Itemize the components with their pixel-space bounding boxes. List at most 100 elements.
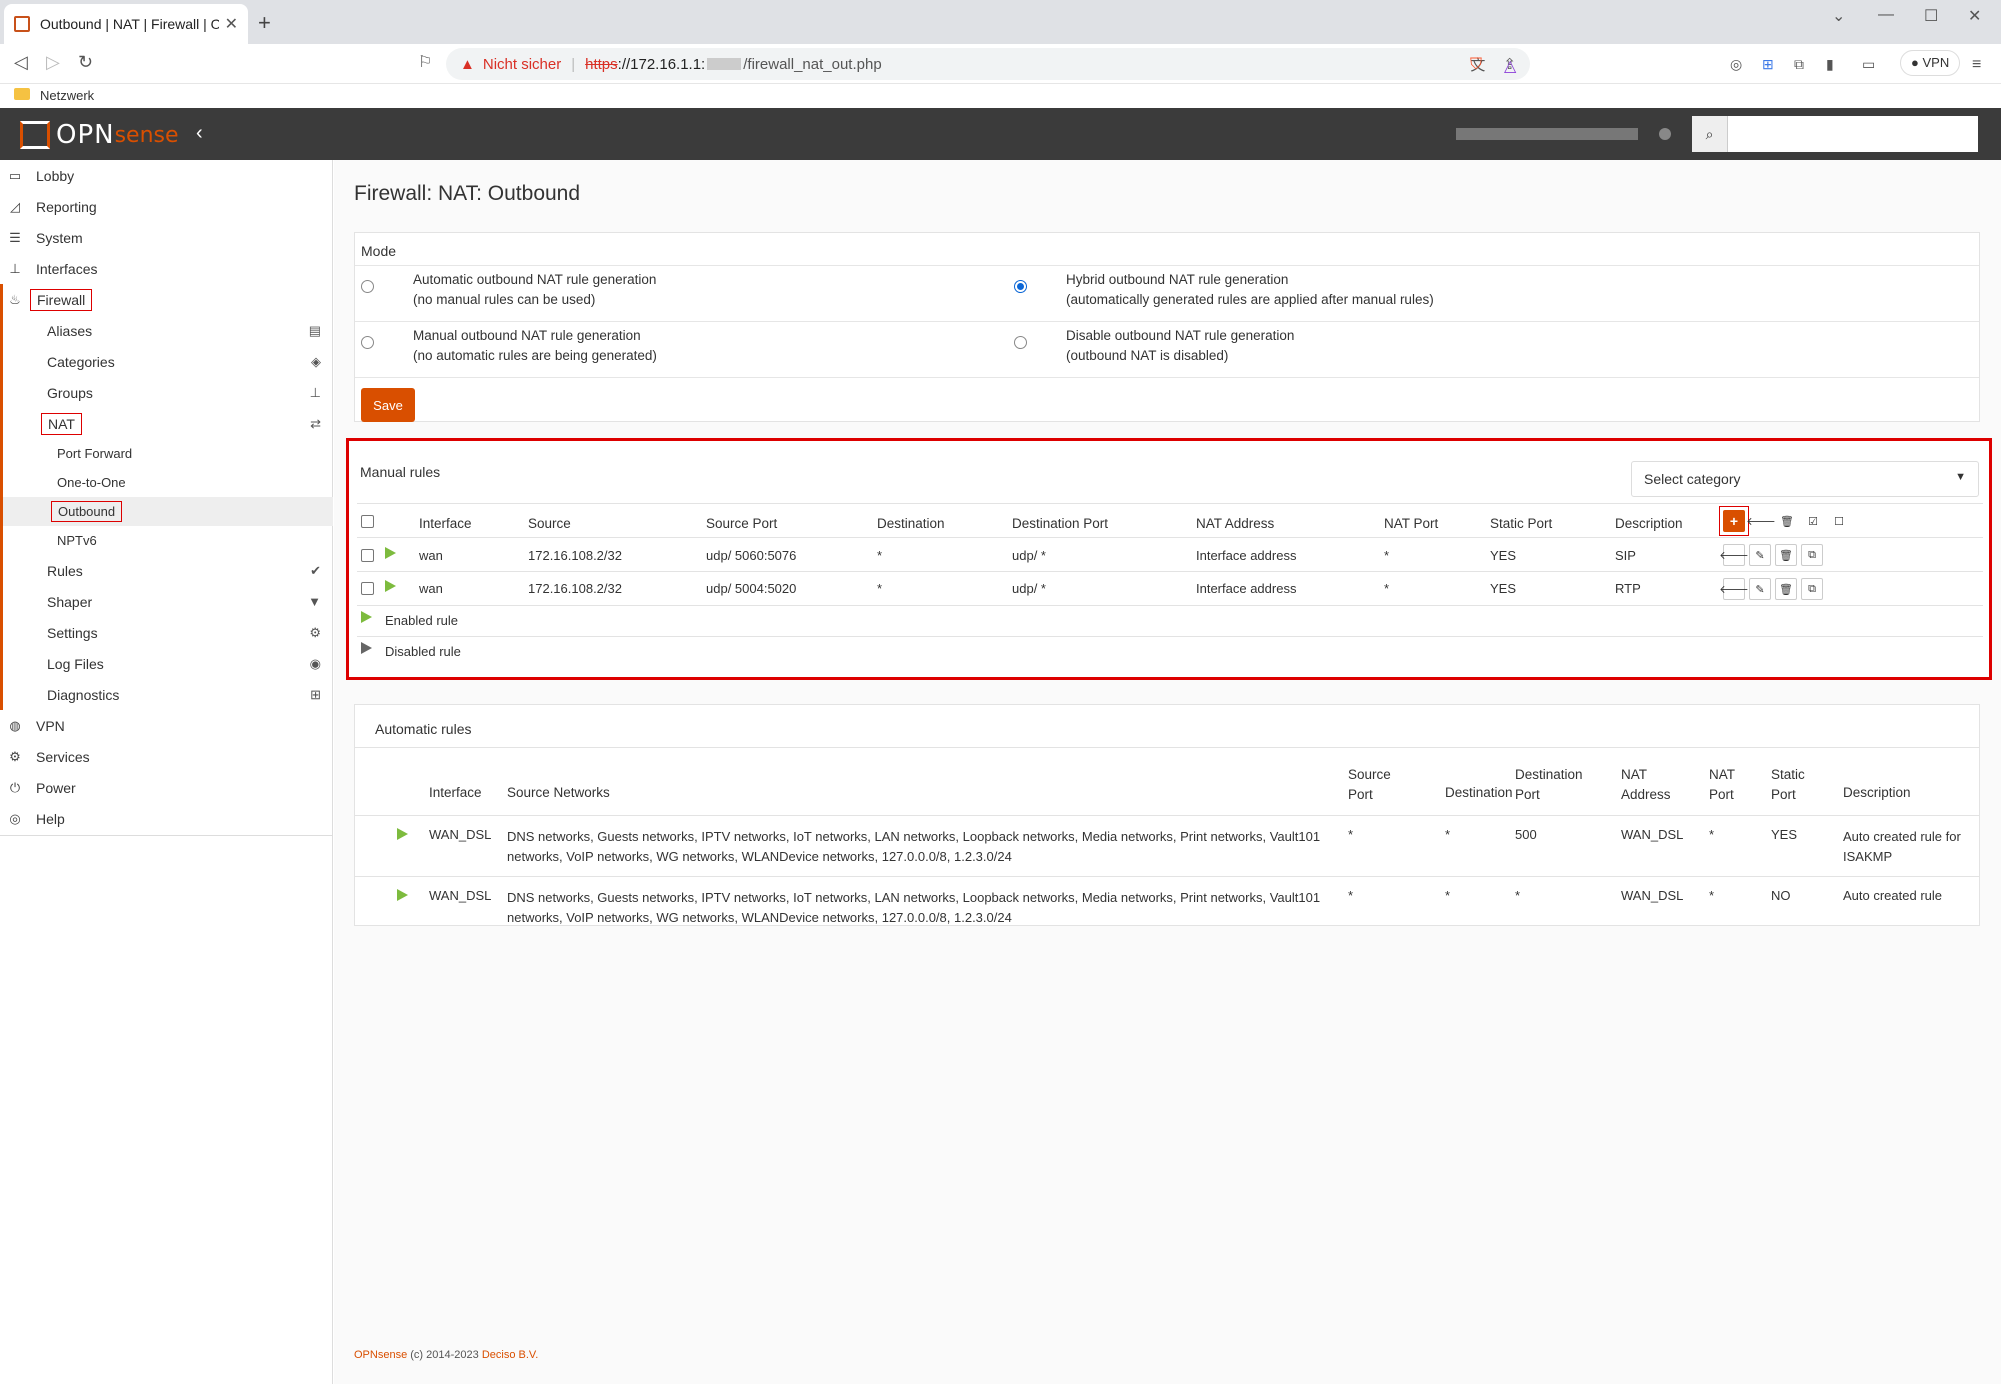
tab-title: Outbound | NAT | Firewall | OPNsense <box>40 16 219 32</box>
sidebar-item-categories[interactable]: Categories ◈ <box>0 346 333 377</box>
search-input[interactable] <box>1728 116 1978 152</box>
new-tab-button[interactable]: + <box>258 10 271 36</box>
clone-rule-icon[interactable]: ⧉ <box>1801 544 1823 566</box>
search-icon[interactable]: ⌕ <box>1692 116 1728 152</box>
sidebar-icon[interactable]: ▮ <box>1826 56 1834 73</box>
move-selected-icon[interactable]: 🡐 <box>1746 510 1776 532</box>
select-all-checkbox[interactable] <box>361 515 374 528</box>
sidebar-item-aliases[interactable]: Aliases ▤ <box>0 315 333 346</box>
browser-tab[interactable]: Outbound | NAT | Firewall | OPNsense ✕ <box>4 4 248 44</box>
logo-opn: OPN <box>56 120 115 150</box>
cell-description: Auto created rule for ISAKMP <box>1843 829 1961 864</box>
logo-sense: sense <box>114 122 179 148</box>
row-checkbox[interactable] <box>361 582 374 595</box>
sidebar-item-groups[interactable]: Groups ⊥ <box>0 377 333 408</box>
wallet-icon[interactable]: ▭ <box>1862 56 1875 73</box>
bookmark-icon[interactable]: ⚐ <box>418 52 432 72</box>
sidebar-item-reporting[interactable]: ◿ Reporting <box>0 191 333 222</box>
divider <box>355 815 1979 816</box>
menu-icon[interactable]: ≡ <box>1972 56 1981 74</box>
forward-icon[interactable]: ▷ <box>46 52 60 73</box>
enabled-rule-icon[interactable] <box>385 580 396 592</box>
sidebar-item-interfaces[interactable]: ⊥ Interfaces <box>0 253 333 284</box>
reload-icon[interactable]: ↻ <box>78 52 93 73</box>
cell-static-port: YES <box>1771 827 1798 842</box>
sidebar-item-label: Outbound <box>51 501 123 522</box>
translate-extension-icon[interactable]: ⊞ <box>1762 56 1774 73</box>
sidebar-item-services[interactable]: ⚙ Services <box>0 741 333 772</box>
edit-rule-icon[interactable]: ✎ <box>1749 544 1771 566</box>
plug-icon: ⏻ <box>9 779 21 795</box>
minimize-icon[interactable]: — <box>1878 6 1894 24</box>
cell-interface: WAN_DSL <box>429 888 492 903</box>
brave-shield-icon[interactable]: ⛉ <box>1470 56 1482 74</box>
close-tab-icon[interactable]: ✕ <box>225 14 238 34</box>
sidebar-item-vpn[interactable]: ◍ VPN <box>0 710 333 741</box>
tab-search-icon[interactable]: ⌄ <box>1832 6 1845 26</box>
cell-static-port: YES <box>1490 548 1517 563</box>
enable-selected-icon[interactable]: ☑ <box>1802 510 1824 532</box>
extensions-puzzle-icon[interactable]: ⧉ <box>1794 56 1804 73</box>
sidebar-item-power[interactable]: ⏻ Power <box>0 772 333 803</box>
delete-selected-icon[interactable]: 🗑 <box>1776 510 1798 532</box>
back-icon[interactable]: ◁ <box>14 52 28 73</box>
mode-automatic-radio[interactable] <box>361 280 374 293</box>
delete-rule-icon[interactable]: 🗑 <box>1775 544 1797 566</box>
sidebar-item-firewall[interactable]: ♨ Firewall <box>0 284 333 315</box>
sidebar-item-label: Lobby <box>36 167 75 184</box>
collapse-sidebar-icon[interactable]: ‹ <box>196 122 203 145</box>
clone-rule-icon[interactable]: ⧉ <box>1801 578 1823 600</box>
vpn-button[interactable]: ● VPN <box>1900 50 1961 76</box>
sidebar-item-label: System <box>36 229 83 246</box>
sidebar-item-label: VPN <box>36 717 65 734</box>
legend-enabled-label: Enabled rule <box>385 613 458 628</box>
cell-source-networks: DNS networks, Guests networks, IPTV netw… <box>507 829 1321 864</box>
mode-actions: Save <box>355 377 1979 423</box>
move-rule-icon[interactable]: 🡐 <box>1719 544 1749 566</box>
divider <box>357 537 1983 538</box>
mode-manual-radio[interactable] <box>361 336 374 349</box>
add-rule-button[interactable]: + <box>1723 510 1745 532</box>
edit-rule-icon[interactable]: ✎ <box>1749 578 1771 600</box>
automatic-rules-title: Automatic rules <box>375 721 472 737</box>
sidebar-item-port-forward[interactable]: Port Forward <box>0 439 333 468</box>
sidebar-item-one-to-one[interactable]: One-to-One <box>0 468 333 497</box>
brave-rewards-icon[interactable]: △ <box>1504 56 1516 76</box>
sidebar-item-nptv6[interactable]: NPTv6 <box>0 526 333 555</box>
sidebar-item-lobby[interactable]: ▭ Lobby <box>0 160 333 191</box>
col-interface: Interface <box>419 516 472 531</box>
extension-icon-1[interactable]: ◎ <box>1730 56 1742 73</box>
sidebar-item-log-files[interactable]: Log Files ◉ <box>0 648 333 679</box>
footer-brand-link[interactable]: OPNsense <box>354 1349 407 1361</box>
sidebar-item-settings[interactable]: Settings ⚙ <box>0 617 333 648</box>
address-bar[interactable]: ▲ Nicht sicher | https ://172.16.1.1: /f… <box>446 48 1530 80</box>
delete-rule-icon[interactable]: 🗑 <box>1775 578 1797 600</box>
sidebar-item-diagnostics[interactable]: Diagnostics ⊞ <box>0 679 333 710</box>
sidebar-item-system[interactable]: ☰ System <box>0 222 333 253</box>
mode-disable-radio[interactable] <box>1014 336 1027 349</box>
sidebar-item-rules[interactable]: Rules ✔ <box>0 555 333 586</box>
disable-selected-icon[interactable]: ☐ <box>1828 510 1850 532</box>
select-category-dropdown[interactable]: Select category ▼ <box>1631 461 1979 497</box>
warning-icon: ▲ <box>460 55 475 73</box>
bookmark-netzwerk[interactable]: Netzwerk <box>40 88 94 103</box>
move-rule-icon[interactable]: 🡐 <box>1719 578 1749 600</box>
sidebar-item-help[interactable]: ◎ Help <box>0 803 333 834</box>
close-window-icon[interactable]: ✕ <box>1968 6 1981 26</box>
maximize-icon[interactable]: ☐ <box>1924 6 1938 26</box>
mode-hybrid-radio[interactable] <box>1014 280 1027 293</box>
sidebar-item-shaper[interactable]: Shaper ▼ <box>0 586 333 617</box>
enabled-rule-icon[interactable] <box>385 547 396 559</box>
page-title: Firewall: NAT: Outbound <box>354 182 581 205</box>
opnsense-logo[interactable]: OPN sense <box>20 120 179 150</box>
sidebar-item-label: Interfaces <box>36 260 98 277</box>
footer-company-link[interactable]: Deciso B.V. <box>482 1349 538 1361</box>
row-checkbox[interactable] <box>361 549 374 562</box>
sidebar-item-label: NPTv6 <box>57 533 97 548</box>
sidebar-item-nat[interactable]: NAT ⇄ <box>0 408 333 439</box>
mode-row-2: Manual outbound NAT rule generation (no a… <box>355 321 1979 377</box>
sidebar-item-outbound[interactable]: Outbound <box>0 497 333 526</box>
cell-nat-port: * <box>1384 548 1390 563</box>
save-button[interactable]: Save <box>361 388 415 422</box>
cell-static-port: YES <box>1490 581 1517 596</box>
